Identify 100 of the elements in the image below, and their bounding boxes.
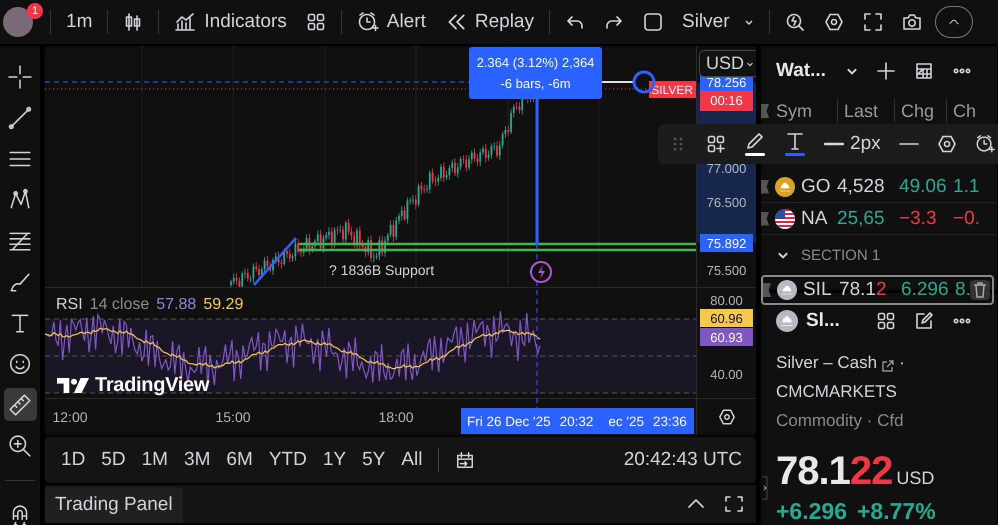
range-button[interactable]: 1D [61, 449, 86, 471]
symbol-description: Silver – Cash [776, 353, 878, 373]
time-tick: 15:00 [215, 409, 251, 425]
settings-icon[interactable] [936, 134, 957, 154]
search-icon[interactable] [784, 12, 805, 32]
line-icon [824, 142, 844, 146]
table-icon[interactable] [914, 61, 934, 81]
indicator-params: 14 close [90, 296, 150, 314]
crosshair-date: Fri 26 Dec '25 [467, 414, 551, 428]
symbol-name: Sl... [806, 310, 841, 332]
range-button[interactable]: 1Y [322, 449, 346, 471]
edit-icon[interactable] [914, 311, 934, 331]
last-price: 25,65 [837, 208, 886, 230]
flag-marker[interactable] [761, 180, 769, 194]
avatar[interactable] [3, 7, 33, 37]
end-date: ec '25 [608, 414, 644, 428]
lightning-icon[interactable] [530, 261, 552, 283]
external-link-icon[interactable] [881, 359, 896, 373]
symbol-button[interactable]: Silver [682, 11, 754, 33]
candles-icon[interactable] [123, 12, 144, 32]
price-tick: 75.500 [706, 262, 748, 279]
calendar-icon[interactable] [455, 450, 476, 470]
range-button[interactable]: All [401, 449, 422, 471]
rsi-average-value: 59.29 [203, 296, 244, 314]
indicators-button[interactable]: Indicators [174, 11, 287, 33]
percent-change: −0. [953, 208, 980, 230]
flag-marker[interactable] [763, 283, 771, 297]
alarm-clock-icon [356, 11, 379, 33]
grid-icon[interactable] [876, 311, 896, 331]
column-header[interactable]: Last [837, 99, 894, 123]
range-button[interactable]: 5Y [362, 449, 386, 471]
text-color-icon[interactable] [784, 131, 806, 157]
crosshair-time: 20:32 [560, 414, 594, 428]
flag-icon [775, 208, 795, 228]
alert-button[interactable]: Alert [356, 11, 426, 33]
symbol-name: SIL [803, 279, 833, 301]
price-change: +6.296 [776, 498, 847, 525]
grid-icon[interactable] [306, 12, 326, 32]
panel-toggle-icon[interactable] [761, 476, 769, 500]
notification-badge: 1 [27, 3, 43, 19]
range-button[interactable]: YTD [268, 449, 307, 471]
trading-panel-tab[interactable]: Trading Panel [45, 487, 183, 523]
time-tick: 18:00 [378, 409, 414, 425]
range-button[interactable]: 6M [226, 449, 253, 471]
symbol-name: GO [801, 176, 832, 198]
pattern-icon [8, 188, 32, 212]
separator-dot: · [899, 353, 905, 373]
rsi-tick: 80.00 [709, 292, 744, 310]
chart-icon [174, 11, 196, 33]
clock: 20:42:43 UTC [624, 449, 742, 471]
symbol-category: Commodity · Cfd [776, 410, 905, 432]
column-header[interactable]: Sym [769, 99, 837, 123]
range-button[interactable]: 1M [142, 449, 168, 471]
support-label: ? 1836B Support [329, 262, 434, 278]
trend-line[interactable] [253, 237, 297, 286]
watchlist-row[interactable]: GO 4,528 49.06 1.1 [761, 171, 997, 203]
ingot-icon [776, 310, 798, 332]
fullscreen-icon[interactable] [862, 12, 883, 32]
time-tick: 12:00 [52, 409, 88, 425]
countdown-tag: 00:16 [700, 90, 753, 111]
emoji-icon [8, 352, 32, 376]
currency-button[interactable]: USD [699, 50, 756, 77]
crosshair-icon [8, 64, 32, 88]
settings-icon[interactable] [824, 12, 844, 32]
measure-duration: -6 bars, -6m [500, 76, 571, 91]
add-icon[interactable] [876, 61, 896, 81]
checkbox-icon[interactable] [643, 12, 664, 32]
exchange-name: CMCMARKETS [776, 381, 898, 403]
range-button[interactable]: 3M [184, 449, 210, 471]
watchlist-row[interactable]: NA 25,65 −3.3 −0. [761, 203, 997, 235]
pencil-icon[interactable] [744, 131, 766, 157]
camera-icon[interactable] [902, 12, 922, 32]
watchlist-row[interactable]: SIL 78.12 6.296 8. [761, 275, 994, 305]
ingot-icon [775, 176, 795, 196]
line-width-button[interactable]: 2px [824, 133, 881, 155]
indicator-name: RSI [56, 296, 83, 314]
percent-change: 8. [955, 279, 971, 301]
column-header[interactable]: Chg [894, 99, 946, 123]
add-template-icon[interactable] [706, 134, 726, 154]
replay-button[interactable]: Replay [444, 11, 534, 33]
symbol-name: NA [801, 208, 828, 230]
flag-marker[interactable] [761, 104, 769, 118]
logo-text: TradingView [95, 374, 210, 397]
crosshair-price-tag: 75.892 [700, 234, 753, 252]
publish-button[interactable] [934, 6, 973, 38]
logo-icon [57, 376, 91, 395]
price-change: 49.06 [899, 176, 948, 198]
settings-icon[interactable] [718, 408, 736, 426]
column-header[interactable]: Ch [946, 99, 982, 123]
maximize-icon[interactable] [724, 494, 744, 514]
ruler-tool[interactable] [4, 388, 36, 421]
delete-icon[interactable] [970, 280, 990, 300]
support-line[interactable] [299, 242, 696, 252]
section-label[interactable]: SECTION 1 [801, 246, 880, 264]
range-button[interactable]: 5D [101, 449, 126, 471]
add-alert-icon[interactable] [974, 134, 995, 154]
interval-button[interactable]: 1m [66, 11, 92, 33]
flag-marker[interactable] [761, 212, 769, 226]
watchlist-title[interactable]: Wat... [776, 60, 832, 82]
end-time: 23:36 [653, 414, 687, 428]
